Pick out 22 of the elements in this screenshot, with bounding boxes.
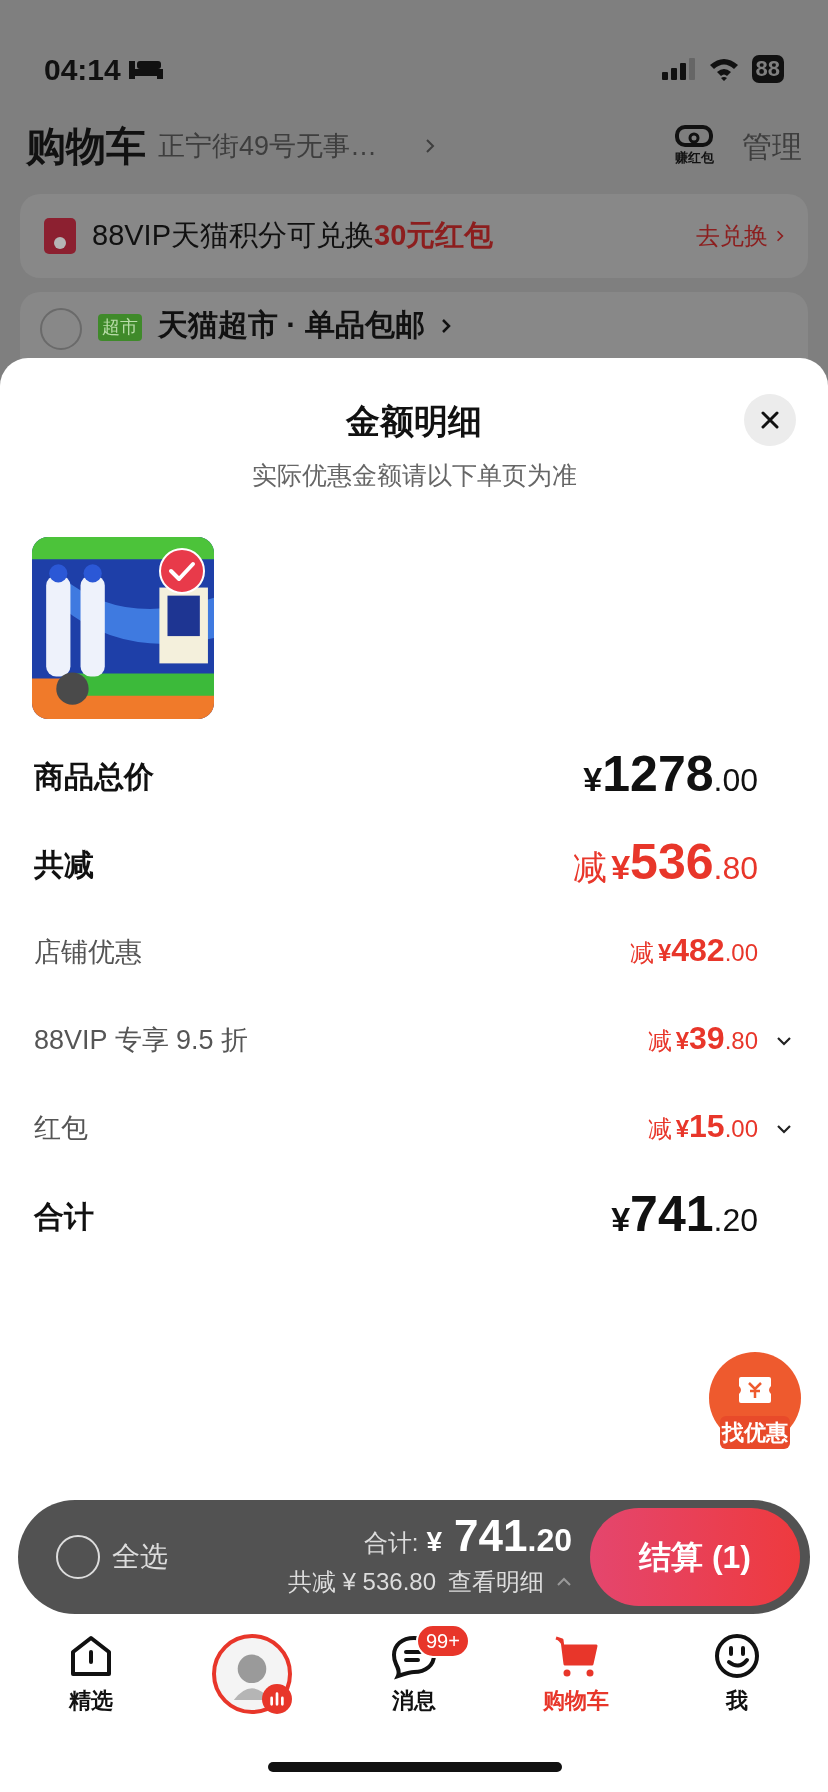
amount: ¥1278.00 bbox=[583, 748, 758, 804]
row-label: 红包 bbox=[34, 1112, 88, 1146]
saved-amount: 共减 ¥ 536.80 bbox=[287, 1567, 436, 1597]
page-title: 购物车 bbox=[26, 123, 146, 170]
row-label: 共减 bbox=[34, 847, 94, 883]
amount: 减 ¥482.00 bbox=[629, 934, 758, 970]
sheet-subtitle: 实际优惠金额请以下单页为准 bbox=[251, 460, 577, 491]
sheet-title: 金额明细 bbox=[346, 401, 482, 442]
row-label: 商品总价 bbox=[34, 759, 154, 795]
amount: ¥741.20 bbox=[611, 1188, 758, 1244]
row-label: 合计 bbox=[34, 1199, 94, 1235]
amount: 减 ¥39.80 bbox=[647, 1022, 758, 1058]
battery-indicator: 88 bbox=[751, 55, 784, 83]
row-label: 88VIP 专享 9.5 折 bbox=[34, 1024, 249, 1058]
row-label: 店铺优惠 bbox=[34, 936, 142, 970]
total-label: 合计: bbox=[363, 1528, 419, 1558]
store-badge: 超市 bbox=[98, 314, 142, 341]
amount: 减 ¥15.00 bbox=[647, 1110, 758, 1146]
amount: 减¥536.80 bbox=[573, 836, 758, 892]
total-amount: ¥ 741.20 bbox=[426, 1514, 572, 1562]
status-time: 04:14 bbox=[44, 51, 121, 88]
banner-text: 88VIP天猫积分可兑换30元红包 bbox=[92, 218, 494, 254]
